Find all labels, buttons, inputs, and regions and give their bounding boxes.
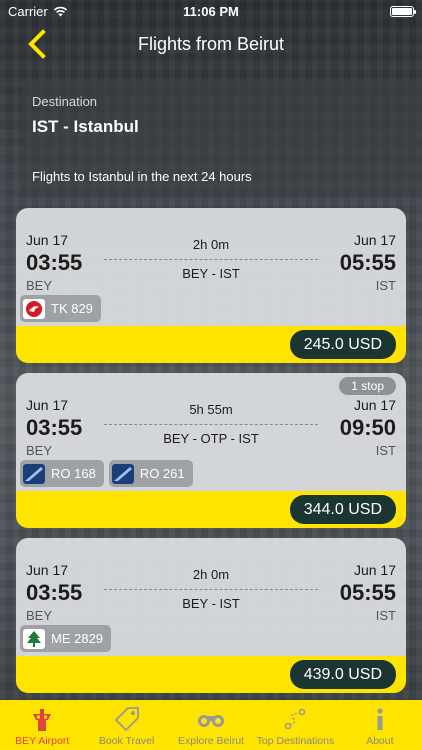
flight-route: BEY - OTP - IST <box>163 431 259 446</box>
price-badge: 439.0 USD <box>289 660 396 689</box>
flight-number: TK 829 <box>51 301 93 316</box>
tab-label: About <box>366 735 394 747</box>
wifi-icon <box>53 6 67 16</box>
flight-number-badge: RO 168 <box>20 460 104 487</box>
tab-label: BEY Airport <box>15 735 70 747</box>
flight-number-badge: TK 829 <box>20 295 101 322</box>
destination-value: IST - Istanbul <box>32 117 139 136</box>
tarom-logo-icon <box>23 463 45 484</box>
back-button[interactable] <box>20 26 54 62</box>
route-line <box>104 424 318 425</box>
route-line <box>104 259 318 260</box>
flight-card[interactable]: Jun 17 Jun 17 03:55 05:55 BEY IST 2h 0m … <box>16 208 406 363</box>
navigation-bar: Flights from Beirut <box>0 22 422 66</box>
price-badge: 245.0 USD <box>289 330 396 359</box>
route-line <box>104 589 318 590</box>
clock: 11:06 PM <box>183 3 239 19</box>
tab-about[interactable]: About <box>338 700 422 750</box>
tab-top-destinations[interactable]: Top Destinations <box>253 700 337 750</box>
info-icon <box>373 705 387 733</box>
tab-label: Top Destinations <box>256 735 335 747</box>
turkish-airlines-logo-icon <box>23 298 45 319</box>
flight-route: BEY - IST <box>182 596 240 611</box>
stops-badge: 1 stop <box>339 377 396 395</box>
tarom-logo-icon <box>111 463 134 484</box>
binoculars-icon <box>197 705 225 733</box>
route-icon <box>283 705 307 733</box>
chevron-left-icon <box>28 29 46 59</box>
destination-panel: Destination IST - Istanbul Flights to Is… <box>22 80 422 198</box>
destination-subtitle: Flights to Istanbul in the next 24 hours <box>32 169 252 184</box>
flight-list: Jun 17 Jun 17 03:55 05:55 BEY IST 2h 0m … <box>16 208 406 703</box>
tab-bey-airport[interactable]: BEY Airport <box>0 700 84 750</box>
tab-label: Explore Beirut <box>178 735 244 747</box>
flight-number-badge: RO 261 <box>108 460 193 487</box>
mea-cedar-logo-icon <box>23 628 45 649</box>
flight-card[interactable]: Jun 17 Jun 17 03:55 05:55 BEY IST 2h 0m … <box>16 538 406 693</box>
tab-bar: BEY Airport Book Travel Explore Beirut T… <box>0 700 422 750</box>
flight-route: BEY - IST <box>182 266 240 281</box>
flight-number: RO 168 <box>51 466 96 481</box>
status-bar: Carrier 11:06 PM <box>0 0 422 22</box>
page-title: Flights from Beirut <box>137 33 285 54</box>
tab-book-travel[interactable]: Book Travel <box>84 700 168 750</box>
control-tower-icon <box>29 705 55 733</box>
flight-card[interactable]: 1 stop Jun 17 Jun 17 03:55 09:50 BEY IST… <box>16 373 406 528</box>
flight-duration: 5h 55m <box>189 402 233 417</box>
battery-icon <box>390 5 416 17</box>
flight-duration: 2h 0m <box>192 237 230 252</box>
flight-number: RO 261 <box>139 466 185 481</box>
flight-number-badge: ME 2829 <box>20 625 112 652</box>
carrier-label: Carrier <box>8 3 48 19</box>
price-badge: 344.0 USD <box>289 495 396 524</box>
tag-icon <box>114 705 140 733</box>
flight-number: ME 2829 <box>51 631 104 646</box>
flight-duration: 2h 0m <box>192 567 230 582</box>
destination-label: Destination <box>32 94 98 109</box>
tab-explore-beirut[interactable]: Explore Beirut <box>169 700 253 750</box>
tab-label: Book Travel <box>98 735 155 747</box>
